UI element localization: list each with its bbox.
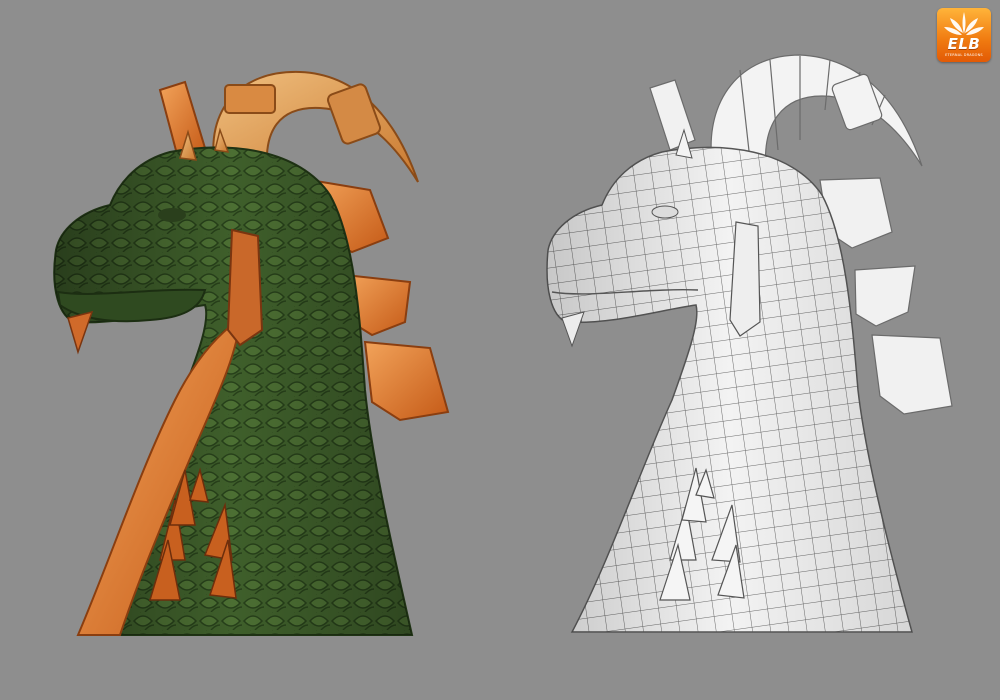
studio-logo: ELB ETERNAL DRAGONS	[937, 8, 991, 62]
logo-text: ELB	[947, 35, 981, 53]
render-canvas: ELB ETERNAL DRAGONS	[0, 0, 1000, 700]
textured-dragon-render	[0, 0, 500, 700]
cheek-plate	[226, 228, 264, 347]
logo-subtext: ETERNAL DRAGONS	[945, 53, 983, 57]
wireframe-dragon-render	[500, 0, 1000, 700]
